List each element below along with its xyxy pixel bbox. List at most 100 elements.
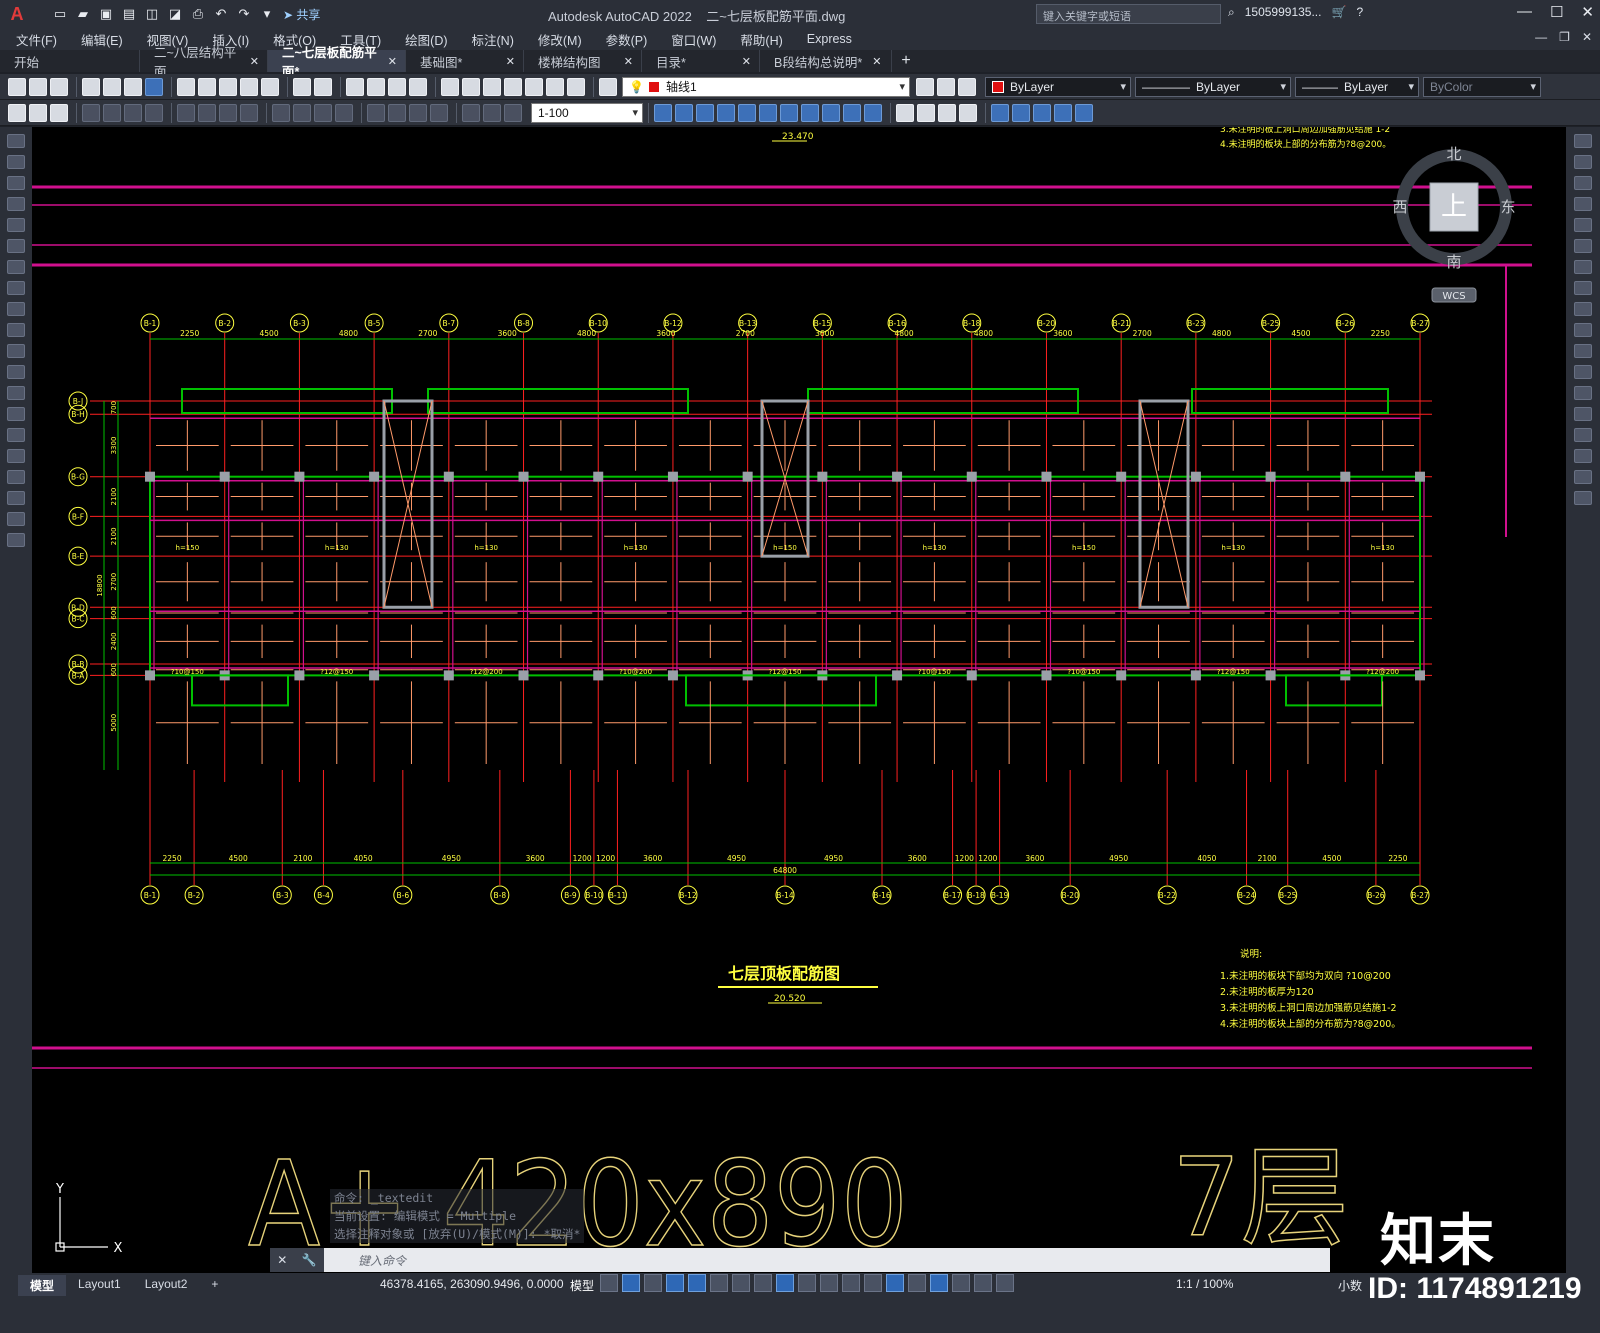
sweep-icon[interactable]	[843, 103, 861, 122]
units-readout[interactable]: 小数	[1338, 1277, 1362, 1294]
layout-tab-2[interactable]: Layout2	[133, 1275, 200, 1296]
move-icon[interactable]	[1574, 239, 1592, 253]
insert-block-icon[interactable]	[7, 365, 25, 379]
scale-icon[interactable]	[1574, 281, 1592, 295]
make-current-layer-icon[interactable]	[916, 77, 934, 96]
close-icon[interactable]: ✕	[1581, 3, 1594, 21]
block-editor-icon[interactable]	[261, 77, 279, 96]
circle-icon[interactable]	[7, 260, 25, 274]
plot-icon[interactable]	[82, 77, 100, 96]
undo-icon[interactable]: ↶	[211, 4, 231, 24]
properties-icon[interactable]	[441, 77, 459, 96]
menu-help[interactable]: 帮助(H)	[740, 30, 794, 49]
auto-scale-icon[interactable]	[974, 1274, 992, 1292]
tab-foundation[interactable]: 基础图* ✕	[406, 50, 524, 72]
hatch-icon[interactable]	[7, 428, 25, 442]
ucs-icon[interactable]	[991, 103, 1009, 122]
web-save-icon[interactable]: ◪	[165, 4, 185, 24]
cut-icon[interactable]	[177, 77, 195, 96]
linetype-dropdown[interactable]: ———— ByLayer	[1135, 76, 1291, 97]
zoom-previous-icon[interactable]	[409, 77, 427, 96]
baseline-icon[interactable]	[293, 103, 311, 122]
jogged-linear-icon[interactable]	[430, 103, 448, 122]
ordinate-icon[interactable]	[145, 103, 163, 122]
revolve-icon[interactable]	[822, 103, 840, 122]
tool-palettes-icon[interactable]	[483, 77, 501, 96]
new-tab-button[interactable]: +	[892, 50, 920, 72]
layer-dropdown[interactable]: 💡 轴线1	[622, 76, 910, 97]
linear-dimension-icon[interactable]	[82, 103, 100, 122]
layer-states-icon[interactable]	[958, 77, 976, 96]
extend-icon[interactable]	[1574, 344, 1592, 358]
menu-modify[interactable]: 修改(M)	[538, 30, 594, 49]
paste-icon[interactable]	[219, 77, 237, 96]
fillet-icon[interactable]	[1574, 449, 1592, 463]
extrude-icon[interactable]	[801, 103, 819, 122]
erase-icon[interactable]	[1574, 134, 1592, 148]
open-icon[interactable]	[29, 77, 47, 96]
dim-edit-icon[interactable]	[462, 103, 480, 122]
selection-filter-icon[interactable]	[908, 1274, 926, 1292]
construction-line-icon[interactable]	[7, 155, 25, 169]
break-at-point-icon[interactable]	[1574, 365, 1592, 379]
coordinates-readout[interactable]: 46378.4165, 263090.9496, 0.0000	[380, 1277, 564, 1291]
plot-icon[interactable]: ⎙	[188, 4, 208, 24]
help-icon[interactable]: ?	[1356, 5, 1363, 20]
array-icon[interactable]	[1574, 218, 1592, 232]
loft-icon[interactable]	[864, 103, 882, 122]
spline-icon[interactable]	[7, 302, 25, 316]
annotation-visibility-icon[interactable]	[952, 1274, 970, 1292]
make-block-icon[interactable]	[7, 386, 25, 400]
sheet-set-icon[interactable]	[504, 77, 522, 96]
quick-dim-icon[interactable]	[272, 103, 290, 122]
customize-command-icon[interactable]: 🔧	[302, 1253, 317, 1267]
union-icon[interactable]	[896, 103, 914, 122]
dim-text-edit-icon[interactable]	[483, 103, 501, 122]
tab-close-icon[interactable]: ✕	[742, 55, 751, 68]
trim-icon[interactable]	[1574, 323, 1592, 337]
blend-curves-icon[interactable]	[1574, 470, 1592, 484]
design-center-icon[interactable]	[462, 77, 480, 96]
visual-style-icon[interactable]	[1054, 103, 1072, 122]
3d-print-icon[interactable]	[145, 77, 163, 96]
quick-select-icon[interactable]	[8, 103, 26, 122]
copy-icon[interactable]	[198, 77, 216, 96]
markup-icon[interactable]	[525, 77, 543, 96]
tab-close-icon[interactable]: ✕	[388, 55, 397, 68]
point-icon[interactable]	[7, 407, 25, 421]
tab-structure-plan[interactable]: 二~八层结构平面 ✕	[140, 46, 268, 79]
object-snap-icon[interactable]	[776, 1274, 794, 1292]
redo-icon[interactable]	[314, 77, 332, 96]
help-icon[interactable]	[567, 77, 585, 96]
layout-tab-1[interactable]: Layout1	[66, 1275, 133, 1296]
annotation-scale-readout[interactable]: 1:1 / 100%	[1176, 1277, 1233, 1291]
tolerance-icon[interactable]	[367, 103, 385, 122]
open-icon[interactable]: ▰	[73, 4, 93, 24]
menu-express[interactable]: Express	[807, 32, 864, 46]
revcloud-icon[interactable]	[7, 281, 25, 295]
cart-icon[interactable]: 🛒	[1331, 5, 1346, 20]
cone-icon[interactable]	[717, 103, 735, 122]
lineweight-icon[interactable]	[798, 1274, 816, 1292]
menu-draw[interactable]: 绘图(D)	[405, 30, 459, 49]
explode-icon[interactable]	[1574, 491, 1592, 505]
arc-icon[interactable]	[7, 239, 25, 253]
layer-walk-icon[interactable]	[50, 103, 68, 122]
tab-catalog[interactable]: 目录* ✕	[642, 50, 760, 72]
doc-close-icon[interactable]: ✕	[1582, 30, 1592, 44]
user-name[interactable]: 1505999135...	[1245, 5, 1322, 20]
menu-dimension[interactable]: 标注(N)	[472, 30, 526, 49]
inspection-icon[interactable]	[409, 103, 427, 122]
tab-close-icon[interactable]: ✕	[250, 55, 259, 68]
publish-icon[interactable]	[124, 77, 142, 96]
angular-icon[interactable]	[240, 103, 258, 122]
box-icon[interactable]	[654, 103, 672, 122]
zoom-window-icon[interactable]	[388, 77, 406, 96]
selection-cycling-icon[interactable]	[842, 1274, 860, 1292]
mtext-icon[interactable]	[7, 512, 25, 526]
maximize-icon[interactable]: ☐	[1550, 3, 1563, 21]
doc-restore-icon[interactable]: ❐	[1559, 30, 1570, 44]
lineweight-dropdown[interactable]: ——— ByLayer	[1295, 76, 1419, 97]
tab-close-icon[interactable]: ✕	[624, 55, 633, 68]
grid-icon[interactable]	[600, 1274, 618, 1292]
